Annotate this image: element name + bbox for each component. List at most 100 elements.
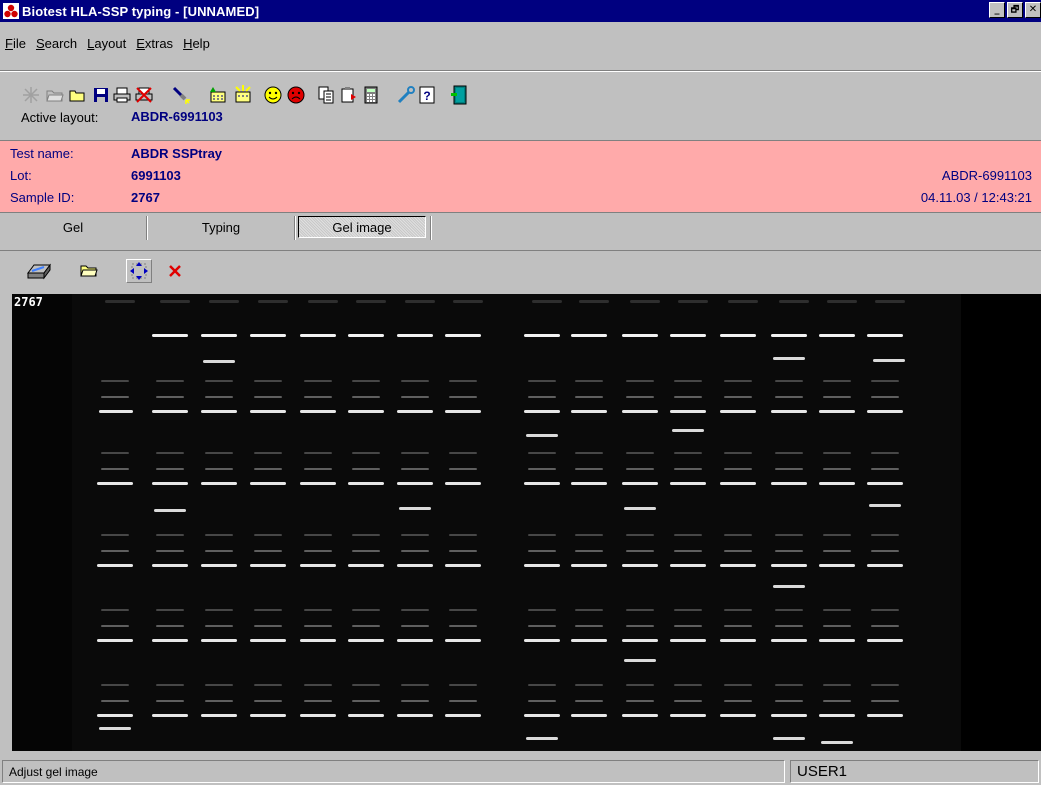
export-button[interactable] [232,84,254,106]
calculator-button[interactable] [360,84,382,106]
gel-band [720,639,756,642]
print-icon [113,87,131,103]
gel-band [352,684,380,686]
gel-band [300,410,336,413]
menu-help[interactable]: Help [178,36,215,51]
open-button[interactable] [44,84,66,106]
gel-band [626,380,654,382]
gel-band [101,380,129,382]
gel-band [254,625,282,627]
datetime-value: 04.11.03 / 12:43:21 [920,190,1032,205]
gel-band [724,550,752,552]
gel-band [871,468,899,470]
paste-button[interactable] [338,84,360,106]
restore-button[interactable]: 🗗 [1007,2,1023,18]
remove-image-button[interactable] [162,259,188,283]
gel-band [304,609,332,611]
flashlight-icon [172,86,190,104]
status-user-text: USER1 [797,763,848,780]
gel-band [449,452,477,454]
tab-gel[interactable]: Gel [0,216,146,238]
gel-band [250,410,286,413]
gel-band [626,550,654,552]
gel-image[interactable]: 2767 [12,294,1041,751]
gel-band [827,300,857,303]
menu-extras[interactable]: Extras [131,36,178,51]
save-button[interactable] [90,84,112,106]
gel-band [348,714,384,717]
gel-band [775,684,803,686]
gel-band [670,334,706,337]
settings-button[interactable] [395,84,417,106]
gel-band [823,684,851,686]
adjust-button[interactable] [126,259,152,283]
copy-button[interactable] [315,84,337,106]
gel-band [823,550,851,552]
gel-band [626,625,654,627]
gel-band [773,737,805,740]
gel-band [160,300,190,303]
scanner-icon [27,263,51,280]
gel-band [771,410,807,413]
gel-band [401,609,429,611]
title-bar: Biotest HLA-SSP typing - [UNNAMED] _ 🗗 ✕ [0,0,1041,22]
exit-button[interactable] [448,84,470,106]
open-image-button[interactable] [76,259,102,283]
gel-band [401,625,429,627]
delete-print-button[interactable] [133,84,155,106]
gel-band [575,452,603,454]
gel-band [819,410,855,413]
menu-search-accel: S [35,35,45,51]
gel-band [823,534,851,536]
gel-band [201,564,237,567]
close-button[interactable]: ✕ [1025,2,1041,18]
gel-band [720,334,756,337]
menu-file[interactable]: File [0,36,31,51]
gel-band [819,482,855,485]
gel-band [528,550,556,552]
menu-layout[interactable]: Layout [82,36,131,51]
new-button[interactable] [20,84,42,106]
positive-button[interactable] [262,84,284,106]
print-button[interactable] [111,84,133,106]
lot-value: 6991103 [131,168,181,183]
gel-band [871,700,899,702]
gel-band [254,396,282,398]
menu-separator [0,70,1041,72]
gel-band [348,639,384,642]
tab-gel-image[interactable]: Gel image [298,216,426,238]
help-button[interactable]: ? [416,84,438,106]
gel-band [254,452,282,454]
flashlight-button[interactable] [170,84,192,106]
gel-band [156,684,184,686]
gel-band [445,410,481,413]
negative-button[interactable] [285,84,307,106]
gel-band [524,410,560,413]
gel-band [871,550,899,552]
gel-band [449,396,477,398]
gel-band [397,410,433,413]
gel-band [300,714,336,717]
close-icon: ✕ [1028,4,1038,15]
minimize-button[interactable]: _ [989,2,1005,18]
positive-icon [264,86,282,104]
gel-band [779,300,809,303]
lot-label: Lot: [10,168,32,183]
tab-typing[interactable]: Typing [148,216,294,238]
gel-band [205,468,233,470]
scan-button[interactable] [26,259,52,283]
gel-band [201,714,237,717]
gel-band [571,482,607,485]
menu-extras-label: xtras [144,35,174,51]
folder-button[interactable] [66,84,88,106]
import-button[interactable] [207,84,229,106]
gel-band [201,482,237,485]
gel-band [445,714,481,717]
gel-bands [97,300,905,744]
menu-search[interactable]: Search [31,36,82,51]
gel-band [348,564,384,567]
gel-band [819,334,855,337]
gel-band [626,684,654,686]
gel-band [775,452,803,454]
svg-text:?: ? [423,89,430,103]
